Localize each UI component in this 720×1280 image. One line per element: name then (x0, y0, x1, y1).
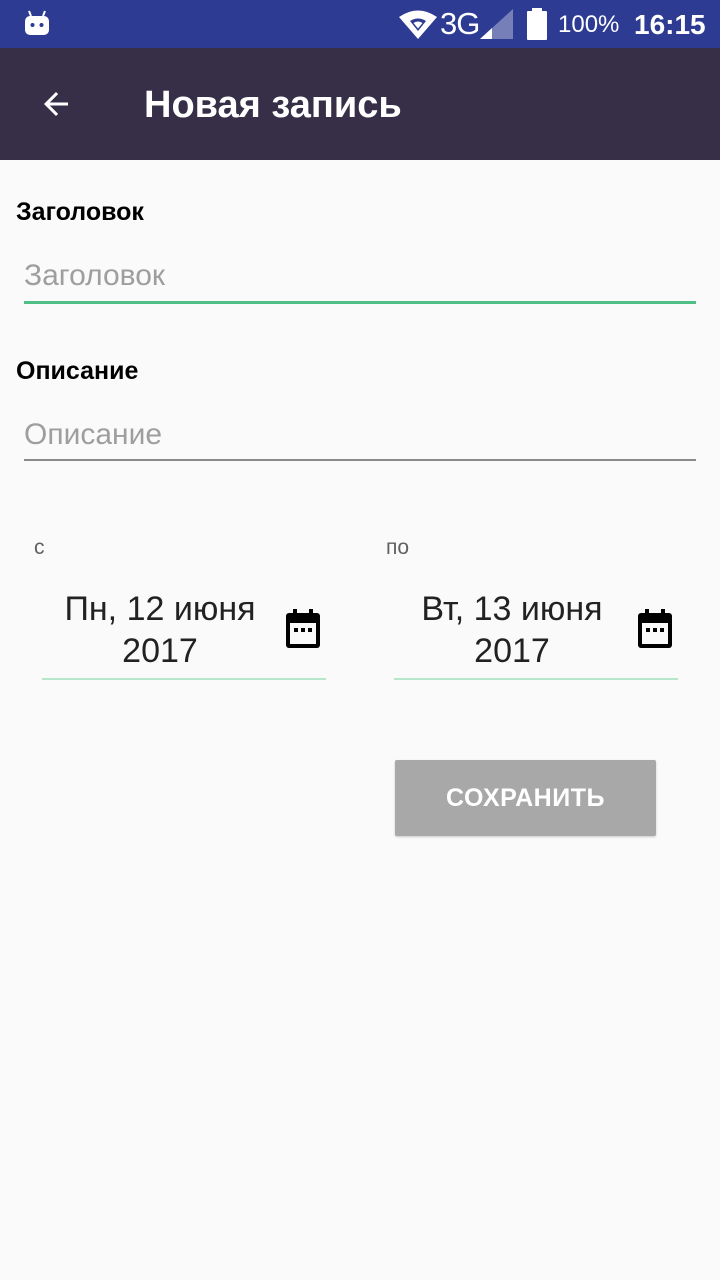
calendar-icon[interactable] (636, 608, 674, 650)
date-to-underline (394, 678, 678, 680)
date-from-label: с (34, 536, 45, 559)
date-to-year: 2017 (474, 632, 550, 670)
calendar-icon[interactable] (284, 608, 322, 650)
date-to-picker[interactable]: Вт, 13 июня 2017 (394, 586, 678, 680)
date-from-day: Пн, 12 июня (64, 590, 256, 628)
app-bar: Новая запись (0, 48, 720, 160)
arrow-back-icon (44, 92, 68, 116)
battery-icon (527, 8, 547, 40)
battery-percentage: 100% (558, 11, 620, 38)
date-from-value: Пн, 12 июня 2017 (42, 588, 278, 672)
date-from-picker[interactable]: Пн, 12 июня 2017 (42, 586, 326, 680)
wifi-icon (399, 10, 437, 39)
date-from-underline (42, 678, 326, 680)
android-notification-icon (25, 10, 49, 35)
date-to-label: по (386, 536, 410, 559)
date-from-year: 2017 (122, 632, 198, 670)
title-label: Заголовок (16, 198, 144, 226)
description-input-underline (24, 459, 696, 461)
status-bar: 3G 100% 16:15 (0, 0, 720, 48)
status-time: 16:15 (634, 9, 706, 40)
back-button[interactable] (20, 68, 92, 140)
network-type: 3G (440, 6, 480, 41)
description-input[interactable] (24, 409, 696, 461)
date-to-value: Вт, 13 июня 2017 (394, 588, 630, 672)
title-input-underline (24, 301, 696, 304)
save-button[interactable]: СОХРАНИТЬ (395, 760, 656, 836)
page-title: Новая запись (144, 84, 402, 126)
date-to-day: Вт, 13 июня (421, 590, 603, 628)
signal-icon (480, 9, 513, 39)
description-label: Описание (16, 357, 139, 385)
title-input[interactable] (24, 250, 696, 302)
